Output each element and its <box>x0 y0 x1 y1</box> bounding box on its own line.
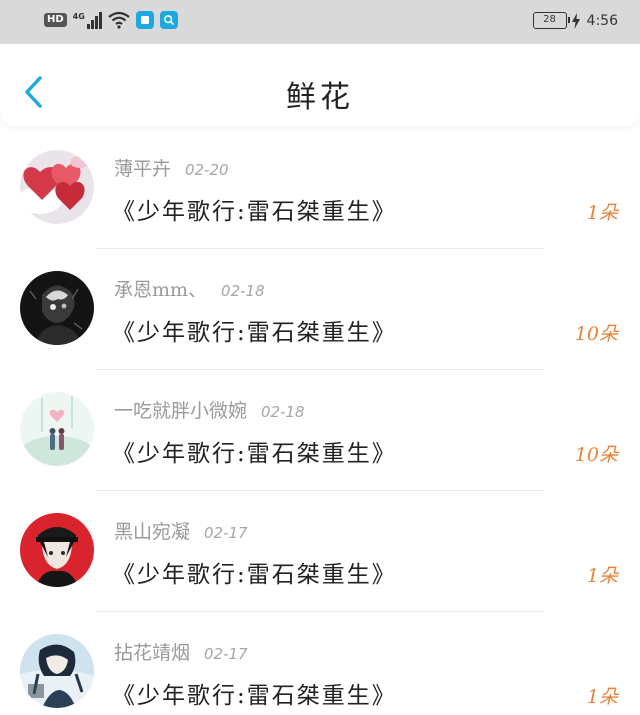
post-date: 02-17 <box>204 645 248 663</box>
flower-count: 10朵 <box>574 323 618 345</box>
list-item[interactable]: 一吃就胖小微婉 02-18 《少年歌行:雷石桀重生》 10朵 <box>0 370 640 491</box>
signal-icon: 4G <box>72 11 102 29</box>
flower-count: 1朵 <box>586 202 618 224</box>
avatar[interactable] <box>20 634 94 708</box>
post-date: 02-18 <box>261 403 305 421</box>
post-date: 02-17 <box>204 524 248 542</box>
list-item[interactable]: 承恩mm、 02-18 《少年歌行:雷石桀重生》 10朵 <box>0 249 640 370</box>
post-date: 02-18 <box>221 282 265 300</box>
page-title: 鲜花 <box>286 80 354 115</box>
avatar[interactable] <box>20 150 94 224</box>
flower-list: 薄平卉 02-20 《少年歌行:雷石桀重生》 1朵 承恩mm、 02-18 《少… <box>0 128 640 715</box>
item-meta: 薄平卉 02-20 <box>114 154 229 181</box>
battery-icon: 28 <box>532 12 570 29</box>
post-date: 02-20 <box>185 161 229 179</box>
item-meta: 一吃就胖小微婉 02-18 <box>114 396 305 423</box>
user-name: 一吃就胖小微婉 <box>114 400 248 422</box>
avatar[interactable] <box>20 392 94 466</box>
user-name: 薄平卉 <box>114 158 172 180</box>
wifi-icon <box>108 11 130 29</box>
list-item[interactable]: 薄平卉 02-20 《少年歌行:雷石桀重生》 1朵 <box>0 128 640 249</box>
user-name: 承恩mm、 <box>114 279 208 301</box>
list-item[interactable]: 黑山宛凝 02-17 《少年歌行:雷石桀重生》 1朵 <box>0 491 640 612</box>
status-bar: HD 4G 28 4:56 <box>0 0 640 44</box>
avatar[interactable] <box>20 271 94 345</box>
item-meta: 黑山宛凝 02-17 <box>114 517 248 544</box>
app-icon <box>135 11 154 29</box>
battery-level: 28 <box>543 14 556 25</box>
app-header: 鲜花 <box>0 44 640 126</box>
search-app-icon <box>159 11 178 29</box>
flower-count: 1朵 <box>586 686 618 708</box>
book-title: 《少年歌行:雷石桀重生》 <box>112 199 397 225</box>
charging-icon <box>571 12 580 29</box>
book-title: 《少年歌行:雷石桀重生》 <box>112 562 397 588</box>
user-name: 黑山宛凝 <box>114 521 191 543</box>
user-name: 拈花靖烟 <box>114 642 191 664</box>
book-title: 《少年歌行:雷石桀重生》 <box>112 320 397 346</box>
list-item[interactable]: 拈花靖烟 02-17 《少年歌行:雷石桀重生》 1朵 <box>0 612 640 715</box>
network-type: 4G <box>72 11 85 21</box>
book-title: 《少年歌行:雷石桀重生》 <box>112 683 397 709</box>
clock: 4:56 <box>586 12 618 29</box>
status-bar-left: HD 4G <box>44 11 178 29</box>
flower-count: 1朵 <box>586 565 618 587</box>
status-bar-right: 28 4:56 <box>532 12 618 29</box>
book-title: 《少年歌行:雷石桀重生》 <box>112 441 397 467</box>
flower-count: 10朵 <box>574 444 618 466</box>
avatar[interactable] <box>20 513 94 587</box>
item-meta: 承恩mm、 02-18 <box>114 275 265 302</box>
item-meta: 拈花靖烟 02-17 <box>114 638 248 665</box>
hd-badge: HD <box>44 13 67 27</box>
